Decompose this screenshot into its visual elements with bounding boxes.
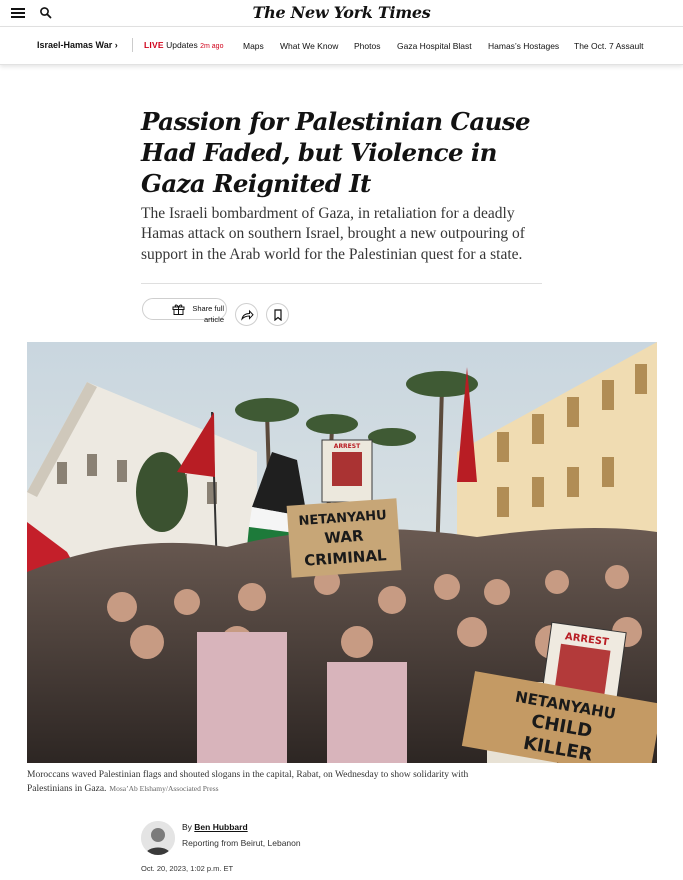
bookmark-icon <box>274 309 282 321</box>
author-link[interactable]: Ben Hubbard <box>194 822 247 832</box>
gift-icon <box>172 304 185 315</box>
share-label-line1: Share full <box>192 304 224 313</box>
nav-link-hamas-hostages[interactable]: Hamas’s Hostages <box>488 41 559 51</box>
nav-link-photos[interactable]: Photos <box>354 41 380 51</box>
nav-section-title[interactable]: Israel-Hamas War › <box>37 40 118 50</box>
divider-rule <box>141 283 542 284</box>
photo-credit: Mosa’Ab Elshamy/Associated Press <box>109 784 219 793</box>
nav-link-what-we-know[interactable]: What We Know <box>280 41 338 51</box>
publish-date: Oct. 20, 2023, 1:02 p.m. ET <box>141 864 234 873</box>
nav-live-updates[interactable]: LIVE Updates 2m ago <box>144 40 223 50</box>
photo-caption: Moroccans waved Palestinian flags and sh… <box>27 768 497 796</box>
updated-ago: 2m ago <box>200 43 224 50</box>
share-label: Share full article <box>188 303 224 325</box>
share-button[interactable] <box>235 303 258 326</box>
save-button[interactable] <box>266 303 289 326</box>
author-avatar[interactable] <box>141 821 175 855</box>
live-label: LIVE <box>144 40 164 50</box>
share-arrow-icon <box>241 309 254 321</box>
nav-divider <box>132 38 133 52</box>
photo-caption-text: Moroccans waved Palestinian flags and sh… <box>27 770 469 794</box>
lead-photo: ARREST NETANYAHU WAR CRIMINAL ARREST NET… <box>27 342 657 763</box>
masthead-logo[interactable]: The New York Times <box>0 3 683 22</box>
sign-text-war: WAR <box>324 527 365 548</box>
share-label-line2: article <box>203 315 224 324</box>
sign-text-arrest-top: ARREST <box>334 443 361 450</box>
updates-label: Updates <box>166 40 198 50</box>
section-nav: Israel-Hamas War › LIVE Updates 2m ago M… <box>0 27 683 65</box>
reporting-location: Reporting from Beirut, Lebanon <box>182 838 301 848</box>
share-full-article-button[interactable]: Share full article <box>142 298 227 324</box>
byline-prefix: By <box>182 822 192 832</box>
nav-link-gaza-hospital-blast[interactable]: Gaza Hospital Blast <box>397 41 472 51</box>
article-headline: Passion for Palestinian Cause Had Faded,… <box>141 107 531 198</box>
article-summary: The Israeli bombardment of Gaza, in reta… <box>141 205 525 263</box>
top-bar: The New York Times <box>0 0 683 27</box>
byline: By Ben Hubbard <box>182 822 248 832</box>
nav-link-maps[interactable]: Maps <box>243 41 264 51</box>
nav-link-oct-7-assault[interactable]: The Oct. 7 Assault <box>574 41 643 51</box>
